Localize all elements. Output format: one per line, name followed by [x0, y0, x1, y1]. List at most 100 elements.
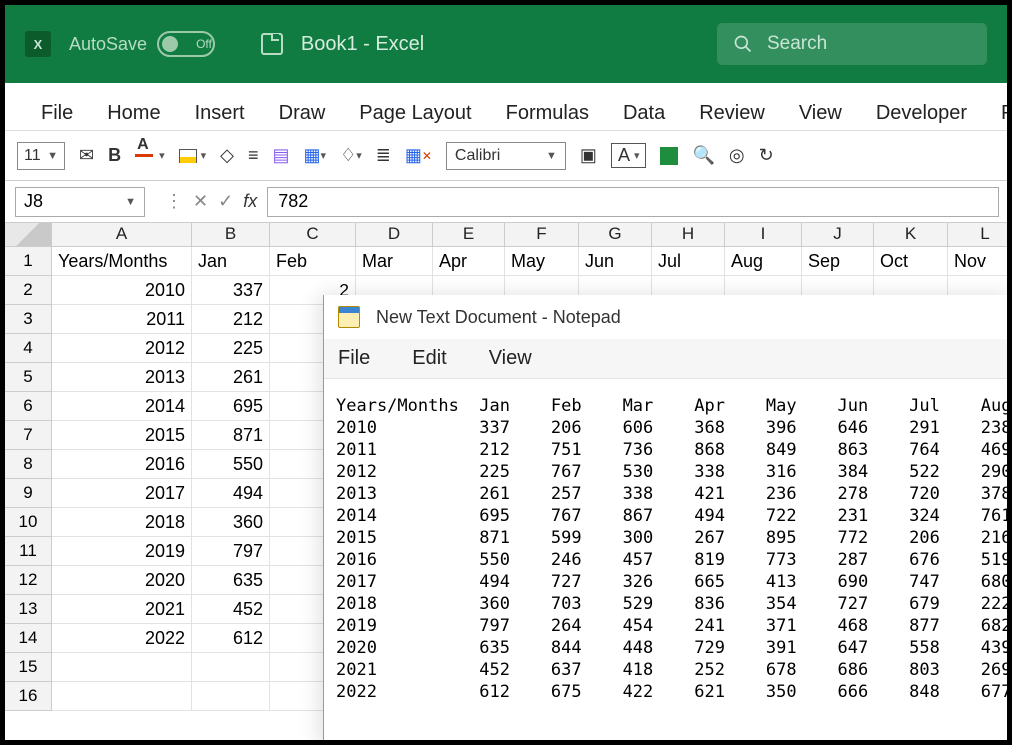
cell[interactable]: 360	[192, 508, 270, 537]
fill-color-button[interactable]: ▾	[179, 149, 207, 163]
refresh-icon[interactable]: ↻	[759, 145, 774, 166]
color-swatch-icon[interactable]	[660, 147, 678, 165]
row-header[interactable]: 16	[5, 682, 52, 711]
cell[interactable]: 2016	[52, 450, 192, 479]
name-box[interactable]: J8▼	[15, 187, 145, 217]
cell[interactable]: Aug	[725, 247, 802, 276]
column-header[interactable]: I	[725, 223, 802, 247]
cell[interactable]: Mar	[356, 247, 433, 276]
cell[interactable]: Oct	[874, 247, 948, 276]
row-header[interactable]: 14	[5, 624, 52, 653]
row-header[interactable]: 5	[5, 363, 52, 392]
notepad-title-bar[interactable]: New Text Document - Notepad	[324, 295, 1007, 339]
cell[interactable]	[52, 682, 192, 711]
row-header[interactable]: 13	[5, 595, 52, 624]
row-header[interactable]: 2	[5, 276, 52, 305]
zoom-icon[interactable]: 🔍	[692, 145, 714, 166]
cell[interactable]: 635	[192, 566, 270, 595]
select-all-corner[interactable]	[5, 223, 52, 247]
paste-icon[interactable]: ▤	[273, 145, 290, 166]
cell[interactable]: 2020	[52, 566, 192, 595]
cell[interactable]: 550	[192, 450, 270, 479]
cell[interactable]: 871	[192, 421, 270, 450]
font-size-dropdown[interactable]: 11▼	[17, 142, 65, 170]
ribbon-tab-draw[interactable]: Draw	[279, 102, 326, 125]
table-icon[interactable]: ▦▾	[304, 145, 327, 166]
cell[interactable]: Apr	[433, 247, 505, 276]
font-box-button[interactable]: A▾	[611, 143, 647, 168]
column-header[interactable]: G	[579, 223, 652, 247]
cell[interactable]: 452	[192, 595, 270, 624]
cell[interactable]: 2011	[52, 305, 192, 334]
ribbon-tab-formulas[interactable]: Formulas	[506, 102, 589, 125]
cell[interactable]: 2017	[52, 479, 192, 508]
cell[interactable]: 337	[192, 276, 270, 305]
ribbon-tab-page-layout[interactable]: Page Layout	[359, 102, 471, 125]
ribbon-tab-power-p[interactable]: Power P	[1001, 102, 1007, 125]
cell[interactable]: 2018	[52, 508, 192, 537]
cell[interactable]: 212	[192, 305, 270, 334]
cell[interactable]: Years/Months	[52, 247, 192, 276]
formula-input[interactable]: 782	[267, 187, 999, 217]
ribbon-tab-view[interactable]: View	[799, 102, 842, 125]
column-header[interactable]: J	[802, 223, 874, 247]
ribbon-tab-data[interactable]: Data	[623, 102, 665, 125]
row-header[interactable]: 8	[5, 450, 52, 479]
ribbon-tab-insert[interactable]: Insert	[195, 102, 245, 125]
fx-label[interactable]: fx	[243, 191, 257, 212]
cell[interactable]	[52, 653, 192, 682]
notepad-window[interactable]: New Text Document - Notepad FileEditView…	[323, 295, 1007, 740]
font-color-button[interactable]: ▾	[135, 149, 165, 162]
row-header[interactable]: 1	[5, 247, 52, 276]
save-icon[interactable]	[261, 33, 283, 55]
row-header[interactable]: 7	[5, 421, 52, 450]
cell[interactable]	[192, 653, 270, 682]
ribbon-tab-developer[interactable]: Developer	[876, 102, 967, 125]
row-header[interactable]: 3	[5, 305, 52, 334]
accept-icon[interactable]: ✓	[218, 191, 233, 212]
record-icon[interactable]: ◎	[729, 145, 745, 166]
align-2-icon[interactable]: ≣	[376, 145, 391, 166]
bold-button[interactable]: B	[108, 145, 121, 166]
cell[interactable]: 2022	[52, 624, 192, 653]
column-header[interactable]: F	[505, 223, 579, 247]
ribbon-tab-file[interactable]: File	[41, 102, 73, 125]
cell[interactable]: Nov	[948, 247, 1007, 276]
cell[interactable]: 612	[192, 624, 270, 653]
cell[interactable]: 797	[192, 537, 270, 566]
column-header[interactable]: H	[652, 223, 725, 247]
notepad-body[interactable]: Years/Months Jan Feb Mar Apr May Jun Jul…	[324, 379, 1007, 719]
column-header[interactable]: D	[356, 223, 433, 247]
search-input[interactable]: Search	[717, 23, 987, 65]
cell[interactable]: 2014	[52, 392, 192, 421]
cell[interactable]: 2013	[52, 363, 192, 392]
cancel-icon[interactable]: ✕	[193, 191, 208, 212]
font-name-dropdown[interactable]: Calibri▼	[446, 142, 566, 170]
notepad-menu-edit[interactable]: Edit	[412, 347, 446, 370]
cell[interactable]: Feb	[270, 247, 356, 276]
cell[interactable]: Jul	[652, 247, 725, 276]
column-header[interactable]: E	[433, 223, 505, 247]
ribbon-tab-review[interactable]: Review	[699, 102, 765, 125]
cell[interactable]: 2019	[52, 537, 192, 566]
cell[interactable]: 2021	[52, 595, 192, 624]
cell[interactable]: 2010	[52, 276, 192, 305]
row-header[interactable]: 11	[5, 537, 52, 566]
ribbon-tab-home[interactable]: Home	[107, 102, 160, 125]
row-header[interactable]: 6	[5, 392, 52, 421]
new-comment-icon[interactable]: ✉	[79, 145, 94, 166]
row-header[interactable]: 12	[5, 566, 52, 595]
cell[interactable]: Sep	[802, 247, 874, 276]
row-header[interactable]: 9	[5, 479, 52, 508]
row-header[interactable]: 15	[5, 653, 52, 682]
cell[interactable]: 261	[192, 363, 270, 392]
cell[interactable]: 2015	[52, 421, 192, 450]
column-header[interactable]: A	[52, 223, 192, 247]
row-header[interactable]: 10	[5, 508, 52, 537]
column-header[interactable]: L	[948, 223, 1007, 247]
more-icon[interactable]: ⋮	[165, 191, 183, 212]
row-header[interactable]: 4	[5, 334, 52, 363]
column-header[interactable]: K	[874, 223, 948, 247]
notepad-menu-file[interactable]: File	[338, 347, 370, 370]
cell[interactable]: 2012	[52, 334, 192, 363]
